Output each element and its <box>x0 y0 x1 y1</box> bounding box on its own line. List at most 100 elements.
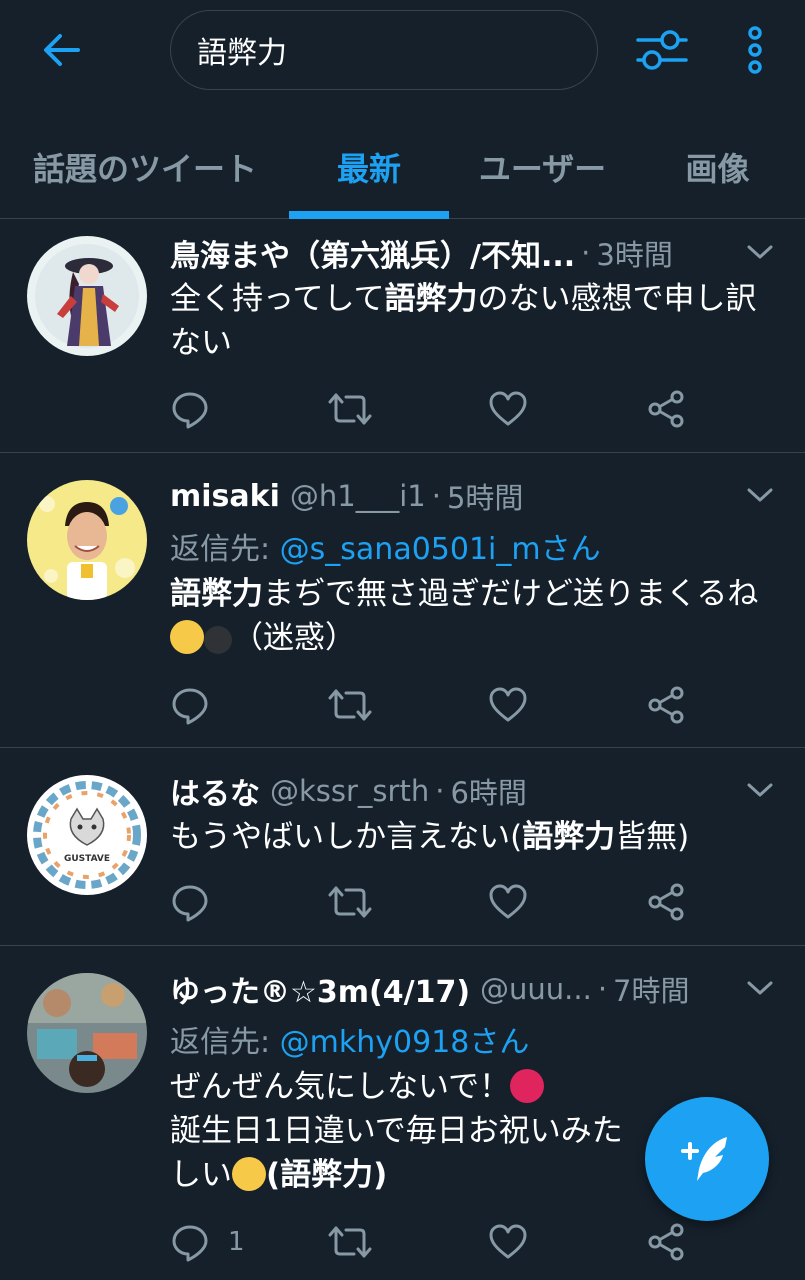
tab-users[interactable]: ユーザー <box>460 115 625 219</box>
reply-icon <box>172 1225 208 1262</box>
separator-dot: · <box>581 236 591 270</box>
tab-images[interactable]: 画像 <box>650 115 785 219</box>
compose-tweet-icon <box>681 1137 727 1181</box>
reply-icon <box>172 392 208 429</box>
sliders-icon <box>636 30 688 70</box>
heart-icon <box>489 391 527 426</box>
chevron-down-icon[interactable] <box>745 973 775 1003</box>
top-bar: 語弊力 <box>0 0 805 100</box>
reply-icon <box>172 885 208 922</box>
avatar-brand-text: GUSTAVE <box>64 854 110 864</box>
arrow-left-icon <box>44 34 80 66</box>
reply-context: 返信先: @s_sana0501i_mさん <box>170 532 601 567</box>
vertical-dots-icon <box>748 26 762 74</box>
tweet-actions: 1 <box>170 1217 730 1267</box>
tweet-header: 鳥海まや（第六猟兵）/不知... · 3時間 <box>170 231 785 275</box>
avatar[interactable] <box>27 236 147 356</box>
search-term-highlight: 語弊力 <box>522 819 616 855</box>
reply-count: 1 <box>228 1227 245 1257</box>
search-input[interactable]: 語弊力 <box>170 10 598 90</box>
search-query: 語弊力 <box>197 36 287 71</box>
tweet-header: misaki @h1___i1 · 5時間 <box>170 474 785 518</box>
reply-icon <box>172 688 208 725</box>
heart-emoji-icon <box>510 1069 545 1103</box>
reply-button[interactable]: 1 <box>170 1217 245 1267</box>
tweet-text: 語弊力まぢで無さ過ぎだけど送りまくるね （迷惑） <box>170 576 759 656</box>
separator-dot: · <box>431 479 441 513</box>
like-button[interactable] <box>488 680 528 730</box>
retweet-button[interactable] <box>328 1217 372 1267</box>
back-button[interactable] <box>30 22 94 78</box>
chevron-down-icon[interactable] <box>745 775 775 805</box>
tweet-header: ゆった®☆3m(4/17) @uuu... · 7時間 <box>170 967 785 1011</box>
share-icon <box>648 1223 684 1261</box>
heart-icon <box>489 884 527 919</box>
display-name[interactable]: misaki <box>170 479 280 514</box>
chevron-down-icon[interactable] <box>745 480 775 510</box>
avatar[interactable] <box>27 480 147 600</box>
bomb-emoji-icon <box>204 626 232 654</box>
reply-button[interactable] <box>170 680 210 730</box>
search-filter-button[interactable] <box>630 22 694 78</box>
reply-mention-link[interactable]: @s_sana0501i_mさん <box>280 532 601 567</box>
reply-context: 返信先: @mkhy0918さん <box>170 1025 530 1060</box>
username-handle[interactable]: @uuu... <box>480 972 592 1006</box>
like-button[interactable] <box>488 384 528 434</box>
share-icon <box>648 390 684 428</box>
tweet-actions <box>170 384 730 434</box>
share-button[interactable] <box>646 1217 686 1267</box>
tweet[interactable]: misaki @h1___i1 · 5時間 返信先: @s_sana0501i_… <box>0 454 805 748</box>
chevron-down-icon[interactable] <box>745 237 775 267</box>
retweet-button[interactable] <box>328 877 372 927</box>
tab-latest[interactable]: 最新 <box>289 115 449 219</box>
heart-eyes-emoji-icon <box>232 1157 266 1191</box>
retweet-icon <box>328 886 372 918</box>
reply-mention-link[interactable]: @mkhy0918さん <box>280 1025 530 1060</box>
like-button[interactable] <box>488 1217 528 1267</box>
share-button[interactable] <box>646 384 686 434</box>
reply-button[interactable] <box>170 877 210 927</box>
tweet[interactable]: 鳥海まや（第六猟兵）/不知... · 3時間 全く持ってして語弊力のない感想で申… <box>0 221 805 453</box>
tweet-header: はるな @kssr_srth · 6時間 <box>170 769 785 813</box>
retweet-icon <box>328 393 372 425</box>
more-options-button[interactable] <box>735 22 775 78</box>
avatar[interactable] <box>27 973 147 1093</box>
avatar[interactable]: GUSTAVE <box>27 775 147 895</box>
search-term-highlight: 語弊力 <box>170 576 263 612</box>
separator-dot: · <box>435 774 445 808</box>
tweet-actions <box>170 877 730 927</box>
share-button[interactable] <box>646 680 686 730</box>
retweet-icon <box>328 689 372 721</box>
tweet-actions <box>170 680 730 730</box>
timestamp: 7時間 <box>613 974 690 1008</box>
heart-icon <box>489 1224 527 1259</box>
display-name[interactable]: はるな <box>170 769 260 813</box>
rolling-eyes-emoji-icon <box>170 620 204 654</box>
search-term-highlight: (語弊力) <box>266 1157 388 1193</box>
retweet-button[interactable] <box>328 384 372 434</box>
display-name[interactable]: 鳥海まや（第六猟兵）/不知... <box>170 231 575 275</box>
separator-dot: · <box>597 972 608 1006</box>
search-term-highlight: 語弊力 <box>384 281 478 317</box>
compose-tweet-button[interactable] <box>645 1097 769 1221</box>
active-tab-indicator <box>289 211 449 219</box>
timestamp: 6時間 <box>450 776 527 810</box>
retweet-icon <box>328 1226 372 1258</box>
search-tabs: 話題のツイート 最新 ユーザー 画像 <box>0 115 805 219</box>
share-icon <box>648 883 684 921</box>
heart-icon <box>489 687 527 722</box>
retweet-button[interactable] <box>328 680 372 730</box>
username-handle[interactable]: @h1___i1 <box>290 479 426 513</box>
timestamp: 5時間 <box>446 481 524 515</box>
tweet-text: 全く持ってして語弊力のない感想で申し訳ない <box>170 281 757 361</box>
reply-button[interactable] <box>170 384 210 434</box>
like-button[interactable] <box>488 877 528 927</box>
tab-top-tweets[interactable]: 話題のツイート <box>20 115 270 219</box>
share-button[interactable] <box>646 877 686 927</box>
share-icon <box>648 686 684 724</box>
tweet[interactable]: GUSTAVE はるな @kssr_srth · 6時間 もうやばいしか言えない… <box>0 749 805 946</box>
timestamp: 3時間 <box>596 238 673 272</box>
display-name[interactable]: ゆった®☆3m(4/17) <box>170 967 470 1011</box>
tweet-text: もうやばいしか言えない(語弊力皆無) <box>170 819 690 855</box>
username-handle[interactable]: @kssr_srth <box>270 774 429 808</box>
